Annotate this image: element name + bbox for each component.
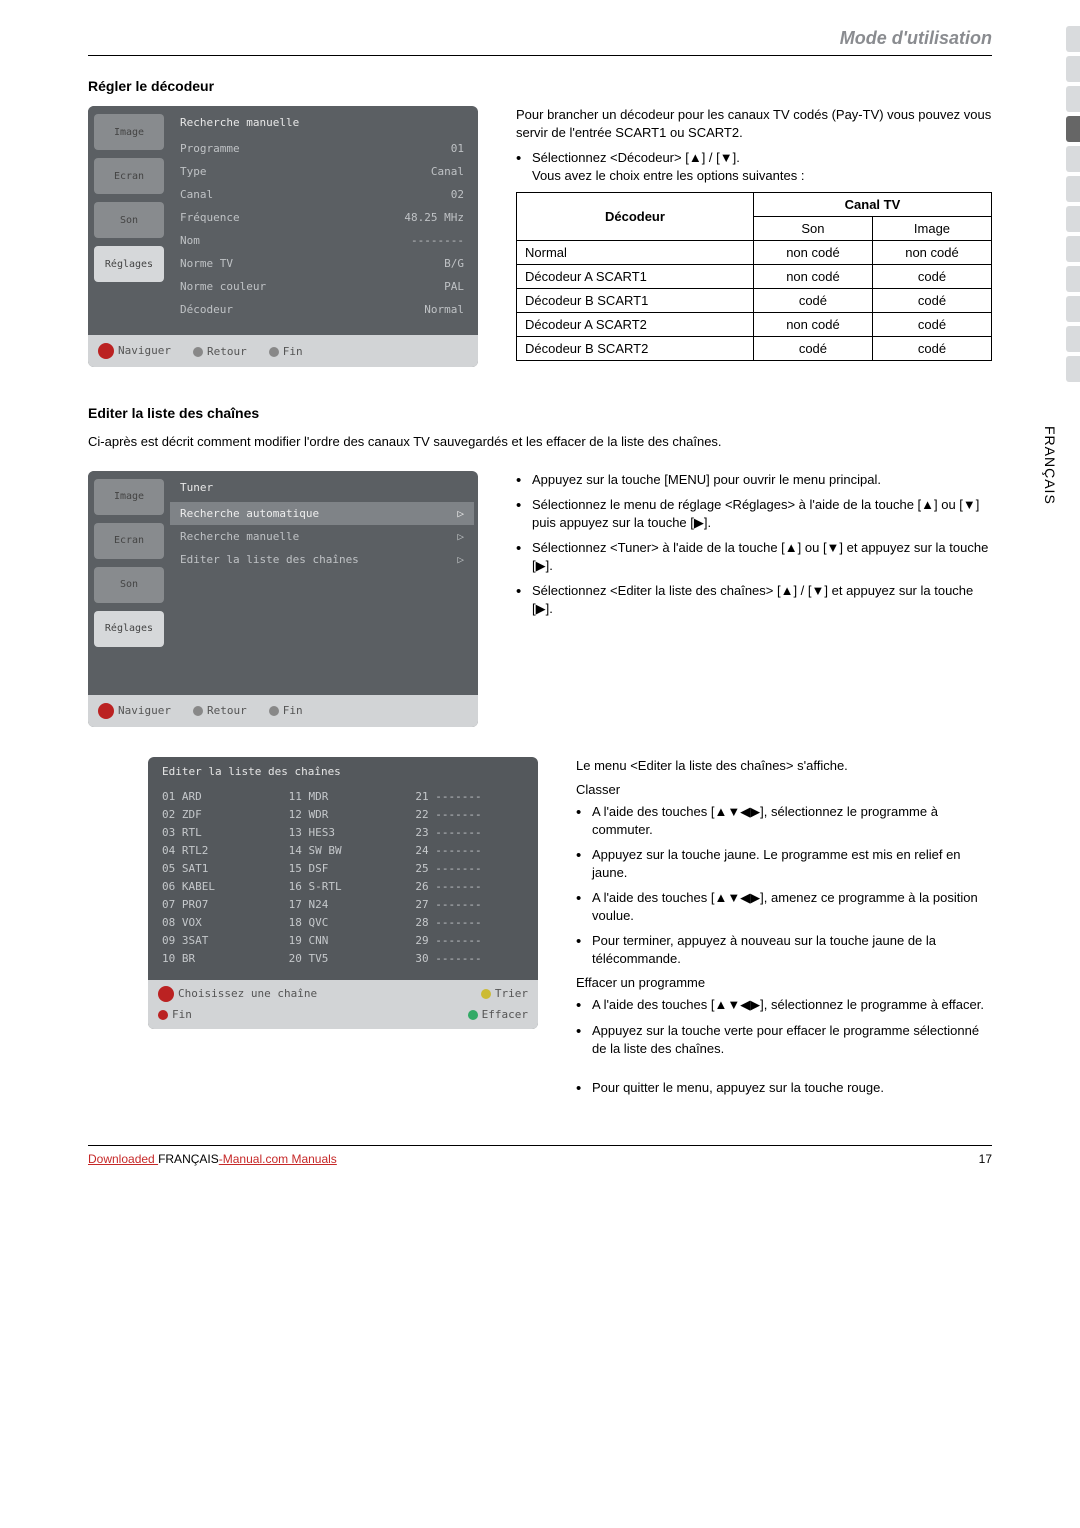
- lang-tab: [1066, 176, 1080, 202]
- osd-return: Retour: [193, 704, 247, 717]
- footer-page-number: 17: [979, 1152, 992, 1166]
- language-vertical-label: FRANÇAIS: [1042, 426, 1058, 505]
- osd-tab-image: Image: [94, 479, 164, 515]
- header-rule: [88, 55, 992, 56]
- lang-tab: [1066, 86, 1080, 112]
- decoder-intro: Pour brancher un décodeur pour les canau…: [516, 106, 992, 141]
- chlist-col1: 01 ARD02 ZDF03 RTL04 RTL205 SAT106 KABEL…: [162, 788, 271, 968]
- osd-channel-list: Editer la liste des chaînes 01 ARD02 ZDF…: [148, 757, 538, 1029]
- tuner-step: Sélectionnez <Tuner> à l'aide de la touc…: [516, 539, 992, 574]
- osd-fin: Fin: [269, 704, 303, 717]
- effacer-step: Appuyez sur la touche verte pour effacer…: [576, 1022, 992, 1057]
- osd-tab-image: Image: [94, 114, 164, 150]
- th-decoder: Décodeur: [517, 193, 754, 241]
- section-title-editlist: Editer la liste des chaînes: [88, 405, 992, 421]
- editlist-intro: Ci-après est décrit comment modifier l'o…: [88, 433, 992, 451]
- tuner-step: Appuyez sur la touche [MENU] pour ouvrir…: [516, 471, 992, 489]
- lang-tab-selected: [1066, 116, 1080, 142]
- osd-tab-son: Son: [94, 202, 164, 238]
- subhead-effacer: Effacer un programme: [576, 975, 992, 990]
- lang-tab: [1066, 206, 1080, 232]
- osd-tab-ecran: Ecran: [94, 158, 164, 194]
- classer-step: Pour terminer, appuyez à nouveau sur la …: [576, 932, 992, 967]
- osd-title: Tuner: [180, 481, 464, 494]
- chlist-fin: Fin: [158, 1008, 192, 1021]
- osd-nav-icon: Naviguer: [98, 703, 171, 719]
- chlist-trier: Trier: [481, 987, 528, 1000]
- menu-appears: Le menu <Editer la liste des chaînes> s'…: [576, 757, 992, 775]
- lang-tab: [1066, 26, 1080, 52]
- lang-tab: [1066, 236, 1080, 262]
- decoder-table: Décodeur Canal TV Son Image Normalnon co…: [516, 192, 992, 361]
- page-header: Mode d'utilisation: [88, 28, 992, 49]
- osd-tab-son: Son: [94, 567, 164, 603]
- lang-tab: [1066, 56, 1080, 82]
- tuner-step: Sélectionnez <Editer la liste des chaîne…: [516, 582, 992, 617]
- chlist-col2: 11 MDR12 WDR13 HES314 SW BW15 DSF16 S-RT…: [289, 788, 398, 968]
- footer-left: Downloaded FRANÇAIS-Manual.com Manuals: [88, 1152, 337, 1166]
- lang-tab: [1066, 326, 1080, 352]
- chlist-col3: 21 -------22 -------23 -------24 -------…: [415, 788, 524, 968]
- osd-fin: Fin: [269, 345, 303, 358]
- osd-panel-decoder: Image Ecran Son Réglages Recherche manue…: [88, 106, 478, 367]
- classer-step: A l'aide des touches [▲▼◀▶], sélectionne…: [576, 803, 992, 838]
- effacer-step: A l'aide des touches [▲▼◀▶], sélectionne…: [576, 996, 992, 1014]
- chlist-effacer: Effacer: [468, 1008, 528, 1021]
- osd-panel-tuner: Image Ecran Son Réglages Tuner Recherche…: [88, 471, 478, 727]
- quit-step: Pour quitter le menu, appuyez sur la tou…: [576, 1079, 992, 1097]
- osd-tab-reglages: Réglages: [94, 246, 164, 282]
- osd-tab-ecran: Ecran: [94, 523, 164, 559]
- classer-step: Appuyez sur la touche jaune. Le programm…: [576, 846, 992, 881]
- lang-tab: [1066, 266, 1080, 292]
- lang-tab: [1066, 146, 1080, 172]
- subhead-classer: Classer: [576, 782, 992, 797]
- chlist-title: Editer la liste des chaînes: [148, 757, 538, 788]
- section-title-decoder: Régler le décodeur: [88, 78, 992, 94]
- th-canal: Canal TV: [753, 193, 991, 217]
- tuner-step: Sélectionnez le menu de réglage <Réglage…: [516, 496, 992, 531]
- osd-return: Retour: [193, 345, 247, 358]
- lang-tab: [1066, 296, 1080, 322]
- osd-tab-reglages: Réglages: [94, 611, 164, 647]
- osd-title: Recherche manuelle: [180, 116, 464, 129]
- chlist-choose: Choisissez une chaîne: [158, 986, 317, 1002]
- lang-tab: [1066, 356, 1080, 382]
- osd-nav-icon: Naviguer: [98, 343, 171, 359]
- classer-step: A l'aide des touches [▲▼◀▶], amenez ce p…: [576, 889, 992, 924]
- language-tabs: [1066, 26, 1080, 386]
- decoder-step1: Sélectionnez <Décodeur> [▲] / [▼]. Vous …: [516, 149, 992, 184]
